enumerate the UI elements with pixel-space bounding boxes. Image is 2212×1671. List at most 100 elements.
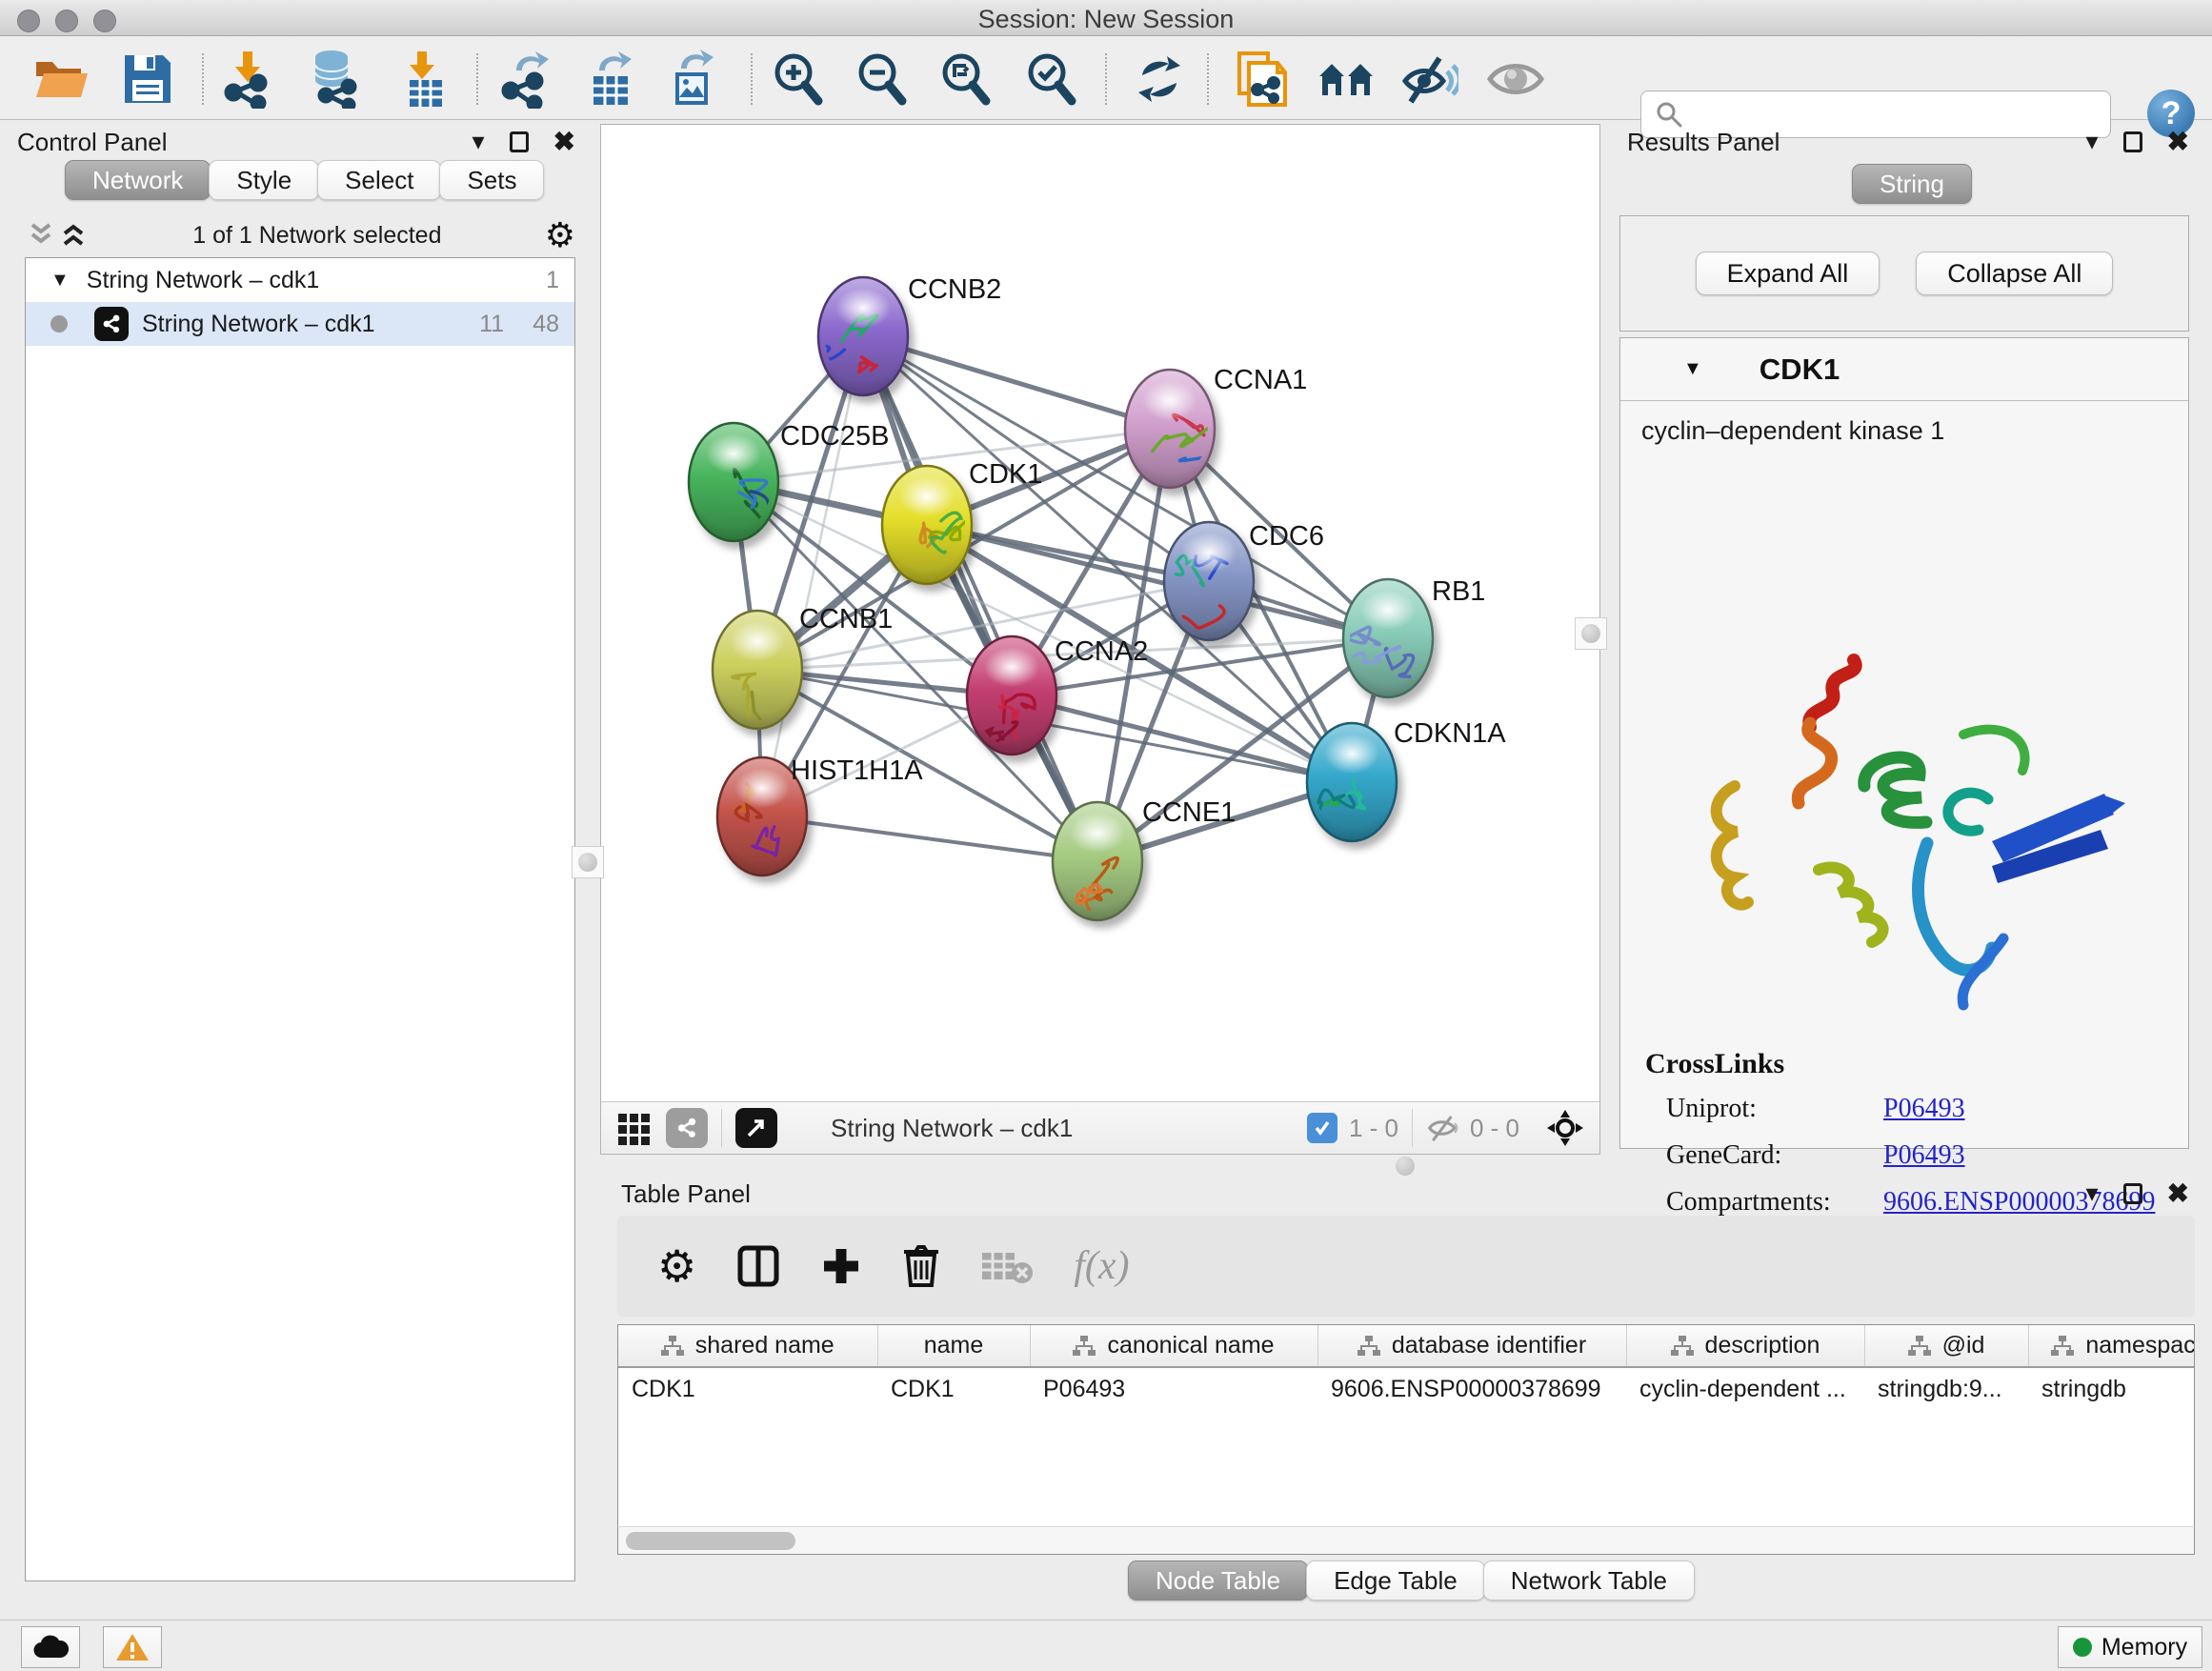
cell-database-identifier[interactable]: 9606.ENSP00000378699 [1317, 1367, 1626, 1411]
import-table-icon [398, 50, 450, 109]
network-view-mode-button[interactable] [666, 1108, 708, 1148]
cell-namespace[interactable]: stringdb [2028, 1367, 2195, 1411]
cell-canonical-name[interactable]: P06493 [1030, 1367, 1317, 1411]
tab-select[interactable]: Select [317, 160, 441, 200]
network-canvas[interactable]: CCNB2CCNA1CDC25BCDK1CDC6RB1CCNB1CCNA2CDK… [601, 125, 1599, 1101]
expand-all-icon[interactable] [57, 221, 90, 250]
birds-eye-view-button[interactable] [1546, 1109, 1584, 1147]
zoom-fit-button[interactable] [932, 50, 998, 109]
string-home-button[interactable] [1313, 50, 1379, 109]
tab-sets[interactable]: Sets [439, 160, 544, 200]
panel-menu-icon[interactable]: ▾ [472, 127, 484, 156]
cell-description[interactable]: cyclin-dependent ... [1626, 1367, 1864, 1411]
table-options-gear-icon[interactable]: ⚙ [657, 1240, 696, 1292]
float-panel-icon[interactable] [2123, 1183, 2142, 1204]
network-options-gear-icon[interactable]: ⚙ [545, 218, 575, 252]
network-node-CDKN1A[interactable] [1307, 723, 1397, 849]
tab-network-table[interactable]: Network Table [1483, 1560, 1695, 1601]
tab-network[interactable]: Network [65, 160, 211, 200]
detach-view-button[interactable] [735, 1108, 777, 1148]
column-header[interactable]: database identifier [1317, 1325, 1626, 1367]
save-icon [123, 53, 172, 105]
close-panel-icon[interactable]: ✖ [2167, 1178, 2189, 1209]
table-horizontal-scrollbar[interactable] [617, 1526, 2195, 1555]
column-header[interactable]: name [877, 1325, 1030, 1367]
panel-menu-icon[interactable]: ▾ [2085, 1178, 2098, 1208]
clone-network-icon [1236, 50, 1289, 109]
function-builder-button[interactable]: f(x) [1074, 1243, 1129, 1289]
selected-checkbox[interactable] [1307, 1113, 1337, 1143]
add-column-icon[interactable] [820, 1245, 862, 1287]
window-title: Session: New Session [0, 5, 2212, 34]
tab-edge-table[interactable]: Edge Table [1306, 1560, 1485, 1601]
cell-id[interactable]: stringdb:9... [1864, 1367, 2028, 1411]
import-table-button[interactable] [391, 50, 457, 109]
delete-column-icon[interactable] [902, 1243, 940, 1289]
memory-button[interactable]: Memory [2058, 1626, 2202, 1668]
collapse-all-button[interactable]: Collapse All [1916, 252, 2113, 295]
scrollbar-thumb[interactable] [626, 1532, 795, 1550]
close-panel-icon[interactable]: ✖ [553, 126, 575, 157]
network-node-RB1[interactable] [1342, 579, 1433, 697]
protein-header-row[interactable]: ▼ CDK1 [1620, 338, 2188, 401]
export-network-button[interactable] [493, 50, 560, 109]
node-label-CCNA1: CCNA1 [1214, 365, 1307, 395]
expand-all-button[interactable]: Expand All [1696, 252, 1880, 295]
open-session-button[interactable] [29, 50, 95, 109]
warnings-button[interactable] [103, 1626, 162, 1668]
table-row[interactable]: CDK1 CDK1 P06493 9606.ENSP00000378699 cy… [618, 1367, 2195, 1411]
tab-node-table[interactable]: Node Table [1128, 1560, 1308, 1601]
hide-unhide-button[interactable] [1397, 50, 1463, 109]
show-columns-icon[interactable] [736, 1244, 780, 1288]
show-graphics-button[interactable] [1482, 50, 1549, 109]
cell-shared-name[interactable]: CDK1 [618, 1367, 877, 1411]
tab-style[interactable]: Style [209, 160, 319, 200]
cloud-status-button[interactable] [21, 1626, 80, 1668]
network-collection-row[interactable]: ▼ String Network – cdk1 1 [26, 258, 574, 302]
column-header[interactable]: namespac [2028, 1325, 2195, 1367]
network-row[interactable]: String Network – cdk1 11 48 [26, 302, 574, 346]
protein-description: cyclin–dependent kinase 1 [1620, 401, 2188, 446]
collection-count: 1 [546, 267, 559, 294]
network-edge[interactable] [762, 816, 1097, 861]
protein-expander-icon[interactable]: ▼ [1683, 358, 1702, 380]
clone-network-button[interactable] [1229, 50, 1296, 109]
network-edge[interactable] [863, 336, 1170, 429]
network-node-CCNE1[interactable] [1053, 802, 1142, 932]
float-panel-icon[interactable] [510, 131, 529, 152]
crosslink-label: GeneCard: [1645, 1140, 1883, 1171]
column-header[interactable]: description [1626, 1325, 1864, 1367]
save-session-button[interactable] [114, 50, 181, 109]
collapse-all-icon[interactable] [25, 221, 57, 250]
grid-view-button[interactable] [616, 1110, 653, 1146]
vertical-splitter-handle[interactable] [572, 846, 604, 878]
zoom-selected-button[interactable] [1017, 50, 1084, 109]
horizontal-splitter-handle[interactable] [1396, 1157, 1415, 1176]
import-network-button[interactable] [215, 50, 282, 109]
import-network-from-database-button[interactable] [301, 50, 368, 109]
network-edge[interactable] [762, 336, 863, 816]
zoom-out-button[interactable] [848, 50, 915, 109]
export-table-button[interactable] [577, 50, 644, 109]
column-header[interactable]: canonical name [1030, 1325, 1317, 1367]
delete-table-icon[interactable] [980, 1247, 1034, 1285]
crosslink-uniprot-link[interactable]: P06493 [1883, 1094, 1965, 1124]
panel-menu-icon[interactable]: ▾ [2085, 127, 2098, 156]
network-node-CCNB2[interactable] [805, 277, 908, 395]
zoom-in-button[interactable] [764, 50, 831, 109]
float-panel-icon[interactable] [2123, 131, 2142, 152]
network-node-CDC6[interactable] [1164, 522, 1254, 643]
close-panel-icon[interactable]: ✖ [2167, 126, 2189, 157]
tree-expander-icon[interactable]: ▼ [50, 270, 70, 292]
apply-layout-button[interactable] [1126, 50, 1193, 109]
crosslink-genecard-link[interactable]: P06493 [1883, 1140, 1965, 1171]
column-header[interactable]: shared name [618, 1325, 877, 1367]
cell-name[interactable]: CDK1 [877, 1367, 1030, 1411]
column-header[interactable]: @id [1864, 1325, 2028, 1367]
export-image-button[interactable] [659, 50, 726, 109]
network-node-CDK1[interactable] [882, 466, 972, 584]
tab-string[interactable]: String [1852, 164, 1972, 204]
network-node-CCNA2[interactable] [967, 636, 1056, 755]
network-node-CCNB1[interactable] [713, 611, 802, 732]
vertical-splitter-handle[interactable] [1575, 617, 1607, 650]
